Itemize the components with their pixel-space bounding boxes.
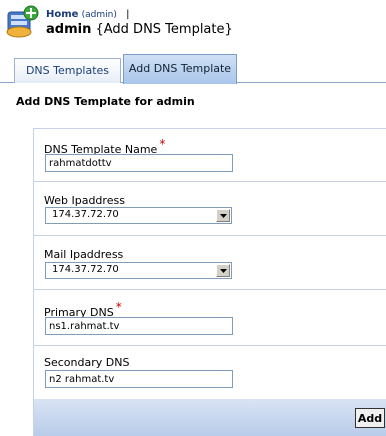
template-name-input[interactable] [45, 154, 233, 172]
secondary-dns-row: Secondary DNS [34, 346, 386, 399]
page-title-text: {Add DNS Template} [95, 22, 233, 37]
tab-add-dns-template[interactable]: Add DNS Template [123, 54, 237, 84]
home-link[interactable]: Home [46, 9, 78, 20]
template-name-row: DNS Template Name * [34, 129, 386, 182]
chevron-down-icon[interactable] [216, 209, 230, 222]
secondary-dns-input[interactable] [45, 370, 233, 388]
mail-ip-row: Mail Ipaddress 174.37.72.70 [34, 236, 386, 290]
chevron-down-icon[interactable] [216, 264, 230, 277]
page-title: admin {Add DNS Template} [46, 22, 233, 37]
add-button[interactable]: Add [355, 408, 385, 428]
web-ip-select[interactable]: 174.37.72.70 [45, 207, 232, 224]
home-user: (admin) [81, 10, 117, 20]
add-dns-template-form: DNS Template Name* Web Ipaddress 174.37.… [33, 128, 386, 436]
required-marker: * [159, 137, 166, 151]
web-ip-value: 174.37.72.70 [52, 209, 119, 220]
breadcrumb-separator: | [126, 9, 130, 20]
required-marker: * [115, 300, 122, 314]
tab-dns-templates[interactable]: DNS Templates [14, 58, 121, 83]
dns-server-icon [4, 4, 40, 40]
section-title: Add DNS Template for admin [16, 95, 195, 108]
form-footer: Add [34, 399, 386, 436]
primary-dns-input[interactable] [45, 317, 233, 335]
page-title-user: admin [46, 22, 92, 37]
web-ip-label: Web Ipaddress [44, 194, 125, 207]
web-ip-row: Web Ipaddress 174.37.72.70 [34, 182, 386, 236]
mail-ip-value: 174.37.72.70 [52, 264, 119, 275]
page-header: Home (admin) | admin {Add DNS Template} [0, 0, 386, 52]
mail-ip-select[interactable]: 174.37.72.70 [45, 262, 232, 279]
primary-dns-row: Primary DNS * [34, 290, 386, 346]
secondary-dns-label: Secondary DNS [44, 356, 130, 369]
mail-ip-label: Mail Ipaddress [44, 248, 124, 261]
breadcrumb: Home (admin) | [46, 9, 129, 20]
tab-bar: DNS Templates Add DNS Template [0, 52, 386, 84]
